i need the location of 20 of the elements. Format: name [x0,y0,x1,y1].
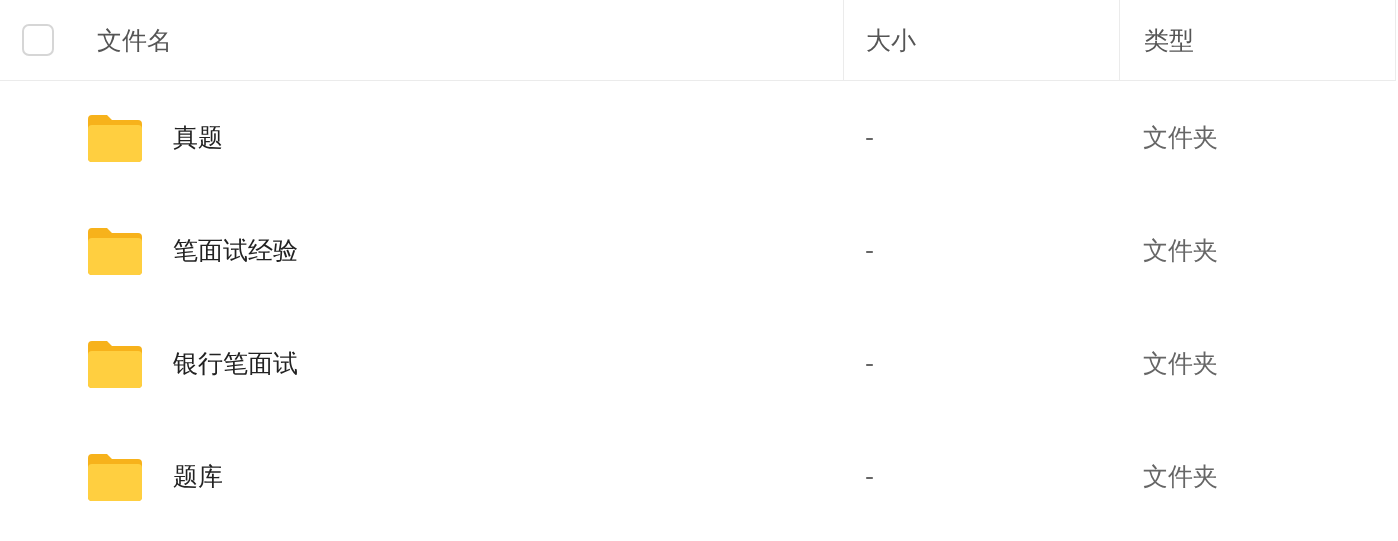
file-size: - [865,462,875,491]
folder-icon [88,452,142,501]
file-type: 文件夹 [1143,461,1218,493]
file-size: - [865,236,875,265]
file-size: - [865,123,875,152]
file-name[interactable]: 银行笔面试 [173,347,298,380]
column-header[interactable]: 类型 [1144,23,1194,57]
file-type: 文件夹 [1143,348,1218,380]
file-name[interactable]: 题库 [173,460,223,493]
file-type: 文件夹 [1143,122,1218,154]
folder-icon [88,113,142,162]
select-all-checkbox[interactable] [22,24,54,56]
file-size: - [865,349,875,378]
folder-icon [88,339,142,388]
file-type: 文件夹 [1143,235,1218,267]
column-header[interactable]: 文件名 [97,23,172,57]
column-header[interactable]: 大小 [866,23,916,57]
file-name[interactable]: 笔面试经验 [173,234,298,267]
file-name[interactable]: 真题 [173,121,223,154]
folder-icon [88,226,142,275]
